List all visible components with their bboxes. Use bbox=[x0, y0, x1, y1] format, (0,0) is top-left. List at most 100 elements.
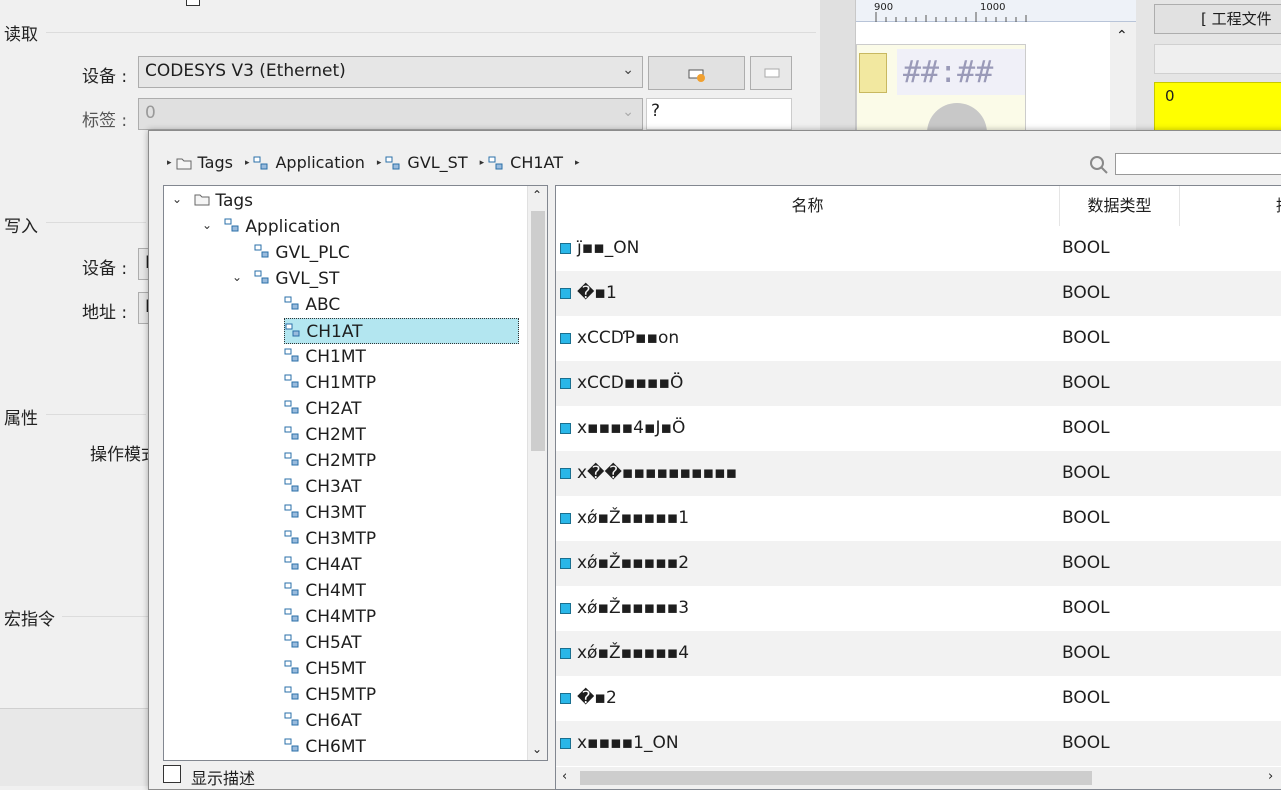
chevron-down-icon: ⌄ bbox=[622, 104, 634, 120]
tag-icon bbox=[560, 512, 571, 524]
table-row[interactable]: xCCD▪▪▪▪Ö BOOL bbox=[556, 361, 1281, 406]
read-tag-select[interactable]: 0 ⌄ bbox=[138, 98, 643, 130]
operation-mode-label: 操作模式 bbox=[90, 445, 150, 465]
tree-node-icon bbox=[284, 296, 299, 310]
tree-node-label: CH3MTP bbox=[305, 529, 377, 549]
tree-scrollbar[interactable]: ⌃ ⌄ bbox=[527, 186, 547, 760]
breadcrumb-ch1at[interactable]: CH1AT bbox=[510, 153, 563, 172]
show-description-checkbox[interactable] bbox=[163, 765, 181, 783]
tree-node-tag[interactable]: CH1MTP bbox=[284, 370, 376, 396]
column-header-type[interactable]: 数据类型 bbox=[1060, 186, 1180, 226]
tag-icon bbox=[560, 377, 571, 389]
collapse-icon[interactable]: ⌄ bbox=[172, 192, 182, 206]
yellow-indicator-value: 0 bbox=[1165, 87, 1175, 105]
empty-button[interactable] bbox=[1154, 44, 1281, 74]
tag-icon bbox=[560, 242, 571, 254]
tree-node-tag[interactable]: ABC bbox=[284, 292, 340, 318]
tree-node-tag[interactable]: CH4MT bbox=[284, 578, 366, 604]
tag-icon bbox=[560, 602, 571, 614]
tree-node-tag[interactable]: CH1MT bbox=[284, 344, 366, 370]
chevron-up-icon[interactable]: ⌃ bbox=[1116, 28, 1128, 44]
collapse-icon[interactable]: ⌄ bbox=[232, 270, 242, 284]
tree-node-tag[interactable]: CH4MTP bbox=[284, 604, 376, 630]
cell-type: BOOL bbox=[1062, 598, 1110, 618]
tree-node-icon bbox=[284, 348, 299, 362]
table-row[interactable]: xǿ▪Ž▪▪▪▪▪2 BOOL bbox=[556, 541, 1281, 586]
tree-node-tag[interactable]: CH4AT bbox=[284, 552, 362, 578]
device-settings-button[interactable] bbox=[648, 56, 745, 90]
clock-display[interactable]: ##:## bbox=[897, 49, 1025, 95]
read-device-select[interactable]: CODESYS V3 (Ethernet) ⌄ bbox=[138, 56, 643, 88]
tree-node-gvl-plc[interactable]: GVL_PLC bbox=[254, 240, 350, 266]
caret-right-icon: ▸ bbox=[376, 157, 382, 168]
ruler-label-1000: 1000 bbox=[980, 2, 1006, 13]
cell-name-text: j̈▪▪_ON bbox=[577, 238, 640, 258]
table-row[interactable]: x▪▪▪▪4▪J▪Ö BOOL bbox=[556, 406, 1281, 451]
table-row[interactable]: xCCDƤ▪▪on BOOL bbox=[556, 316, 1281, 361]
search-input[interactable] bbox=[1115, 153, 1281, 175]
column-header-description[interactable]: 描述 bbox=[1180, 186, 1281, 226]
device-disabled-icon bbox=[764, 68, 780, 78]
tree-node-label: GVL_ST bbox=[275, 269, 340, 289]
tree-node-label: CH5MTP bbox=[305, 685, 377, 705]
column-header-name[interactable]: 名称 bbox=[556, 186, 1060, 226]
tree-node-tag[interactable]: CH5MTP bbox=[284, 682, 376, 708]
cell-name-text: �▪2 bbox=[577, 688, 617, 708]
chevron-right-icon[interactable]: › bbox=[1268, 769, 1273, 784]
caret-right-icon: ▸ bbox=[479, 157, 485, 168]
table-row[interactable]: xǿ▪Ž▪▪▪▪▪4 BOOL bbox=[556, 631, 1281, 676]
tree-node-tag[interactable]: CH2AT bbox=[284, 396, 362, 422]
chevron-up-icon[interactable]: ⌃ bbox=[532, 188, 542, 202]
tag-address-field[interactable]: ? bbox=[646, 98, 792, 130]
tree-node-tag[interactable]: CH2MTP bbox=[284, 448, 376, 474]
cell-name-text: xǿ▪Ž▪▪▪▪▪1 bbox=[577, 508, 690, 528]
cell-name-text: xǿ▪Ž▪▪▪▪▪3 bbox=[577, 598, 690, 618]
tree-node-tag[interactable]: CH1AT bbox=[284, 318, 519, 344]
tree-node-tag[interactable]: CH5AT bbox=[284, 630, 362, 656]
tree-node-gvl-st[interactable]: GVL_ST bbox=[254, 266, 339, 292]
tree-node-icon bbox=[284, 582, 299, 596]
table-row[interactable]: x��▪▪▪▪▪▪▪▪▪▪ BOOL bbox=[556, 451, 1281, 496]
breadcrumb-gvl-st[interactable]: GVL_ST bbox=[407, 153, 467, 172]
tree-node-tag[interactable]: CH5MT bbox=[284, 656, 366, 682]
cell-name: xǿ▪Ž▪▪▪▪▪2 bbox=[560, 541, 689, 586]
collapse-icon[interactable]: ⌄ bbox=[202, 218, 212, 232]
tree-node-tag[interactable]: CH2MT bbox=[284, 422, 366, 448]
table-row[interactable]: xǿ▪Ž▪▪▪▪▪1 BOOL bbox=[556, 496, 1281, 541]
tree-node-label: Application bbox=[245, 217, 341, 237]
table-row[interactable]: �▪2 BOOL bbox=[556, 676, 1281, 721]
tree-node-tag[interactable]: CH6AT bbox=[284, 708, 362, 734]
tree-node-icon bbox=[488, 156, 503, 169]
tree-node-tag[interactable]: CH6MT bbox=[284, 734, 366, 760]
scroll-thumb[interactable] bbox=[580, 771, 1092, 785]
tree-node-tag[interactable]: CH3AT bbox=[284, 474, 362, 500]
table-row[interactable]: xǿ▪Ž▪▪▪▪▪3 BOOL bbox=[556, 586, 1281, 631]
table-row[interactable]: x▪▪▪▪1_ON BOOL bbox=[556, 721, 1281, 766]
yellow-indicator[interactable]: 0 bbox=[1154, 82, 1281, 132]
tag-tree[interactable]: ⌄ Tags ⌄ Application GVL_PLC ⌄ GVL_ST AB… bbox=[163, 185, 548, 761]
tree-node-tags[interactable]: Tags bbox=[194, 188, 253, 214]
table-row[interactable]: j̈▪▪_ON BOOL bbox=[556, 226, 1281, 271]
chevron-down-icon[interactable]: ⌄ bbox=[532, 742, 542, 756]
tag-grid[interactable]: 名称 数据类型 描述 j̈▪▪_ON BOOL �▪1 BOOL xCCDƤ▪▪on BO… bbox=[555, 185, 1281, 790]
scroll-thumb[interactable] bbox=[531, 211, 545, 451]
tree-node-tag[interactable]: CH3MTP bbox=[284, 526, 376, 552]
tree-node-label: CH3AT bbox=[305, 477, 362, 497]
tag-icon bbox=[560, 557, 571, 569]
tree-node-icon bbox=[285, 323, 300, 337]
tree-node-application[interactable]: Application bbox=[224, 214, 340, 240]
project-file-button[interactable]: [ 工程文件 bbox=[1154, 4, 1281, 34]
properties-section-title: 属性 bbox=[4, 409, 38, 429]
tree-node-icon bbox=[284, 556, 299, 570]
tree-node-icon bbox=[284, 686, 299, 700]
breadcrumb-application[interactable]: Application bbox=[275, 153, 364, 172]
device-extra-button[interactable] bbox=[750, 56, 792, 90]
tree-node-tag[interactable]: CH3MT bbox=[284, 500, 366, 526]
table-row[interactable]: �▪1 BOOL bbox=[556, 271, 1281, 316]
clock-text: ##:## bbox=[903, 55, 994, 90]
read-device-value: CODESYS V3 (Ethernet) bbox=[145, 61, 346, 81]
breadcrumb-tags[interactable]: Tags bbox=[198, 153, 233, 172]
top-checkbox[interactable] bbox=[186, 0, 200, 6]
hmi-widget-panel[interactable]: ##:## bbox=[856, 44, 1026, 143]
chevron-left-icon[interactable]: ‹ bbox=[562, 769, 567, 784]
